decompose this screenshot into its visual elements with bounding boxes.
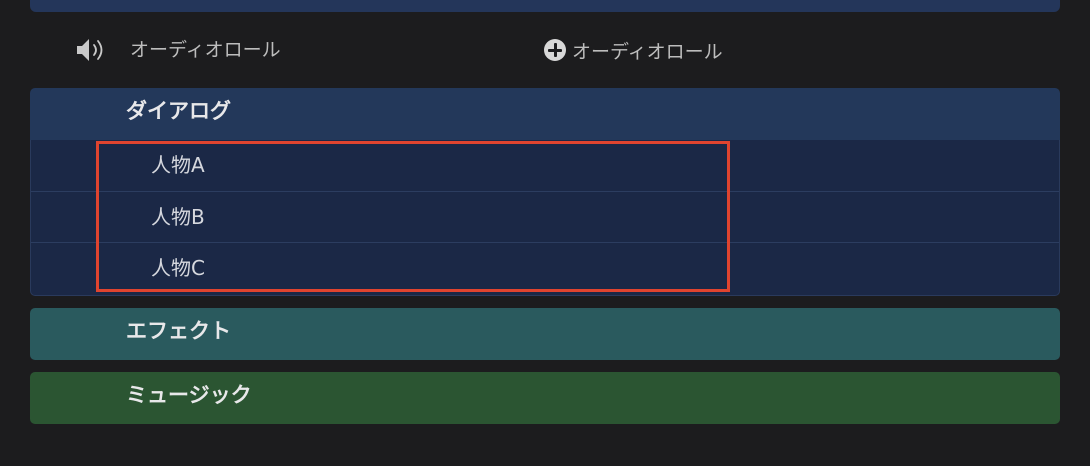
role-dialogue-label: ダイアログ [126, 99, 231, 123]
audio-roles-column-label: オーディオロール [130, 39, 281, 61]
role-effects-label: エフェクト [126, 319, 231, 343]
subrole-label: 人物C [151, 256, 205, 280]
role-music-label: ミュージック [126, 383, 252, 407]
dialogue-subroles-list: 人物A 人物B 人物C [30, 140, 1060, 296]
previous-role-bar[interactable] [30, 0, 1060, 12]
audio-roles-header: オーディオロール オーディオロール [0, 30, 1090, 72]
subrole-label: 人物B [151, 205, 205, 229]
role-effects[interactable]: エフェクト [30, 308, 1060, 360]
add-audio-role-label: オーディオロール [572, 40, 723, 63]
subrole-person-b[interactable]: 人物B [31, 191, 1059, 242]
role-music[interactable]: ミュージック [30, 372, 1060, 424]
subrole-label: 人物A [151, 153, 205, 177]
subrole-person-a[interactable]: 人物A [31, 140, 1059, 191]
plus-circle-icon [544, 39, 566, 61]
role-dialogue[interactable]: ダイアログ [30, 88, 1060, 140]
add-audio-role-button[interactable]: オーディオロール [544, 38, 723, 63]
subrole-person-c[interactable]: 人物C [31, 242, 1059, 293]
speaker-icon [74, 36, 110, 64]
